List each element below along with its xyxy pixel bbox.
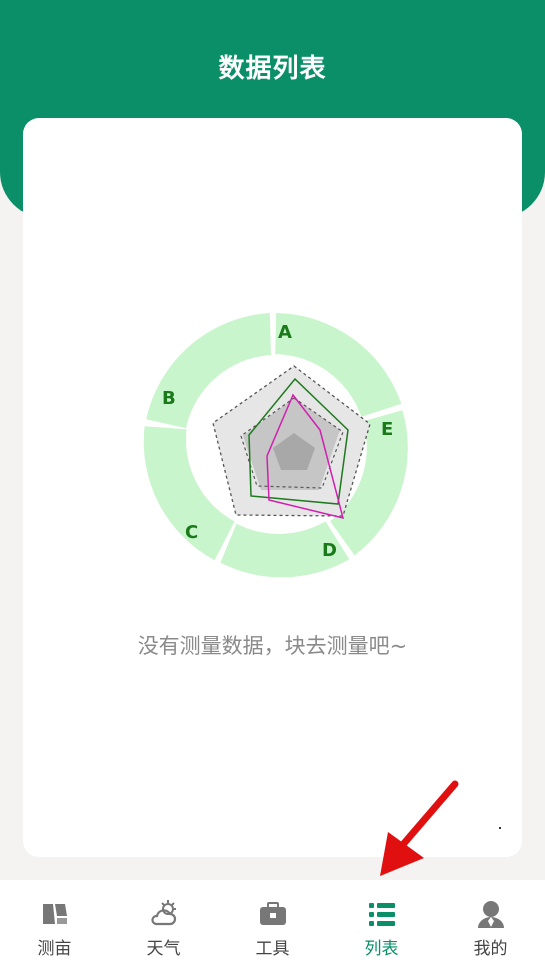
empty-radar-illustration: A [143,313,408,578]
weather-icon [150,900,176,926]
radar-label-c: C [185,522,199,543]
tab-label: 测亩 [37,939,72,959]
page-title: 数据列表 [218,54,327,84]
tab-measure[interactable]: 测亩 [0,880,109,970]
tab-label: 列表 [364,939,399,959]
empty-state-message: 没有测量数据，块去测量吧~ [137,634,408,658]
stray-dot [499,827,501,829]
map-icon [42,904,67,924]
radar-label-d: D [322,540,337,561]
radar-label-e: E [381,419,394,440]
tab-label: 天气 [146,939,181,959]
tab-list[interactable]: 列表 [327,880,436,970]
list-icon [368,903,395,926]
bottom-tab-bar: 测亩 天气 工具 列表 我的 [0,880,545,970]
tab-label: 工具 [255,939,290,959]
tab-label: 我的 [473,939,508,959]
radar-label-a: A [278,322,292,343]
tab-weather[interactable]: 天气 [109,880,218,970]
user-icon [477,901,504,928]
red-arrow-annotation [380,780,459,876]
toolbox-icon [259,902,286,925]
tab-profile[interactable]: 我的 [436,880,545,970]
radar-label-b: B [162,388,176,409]
tab-tools[interactable]: 工具 [218,880,327,970]
content-card: A A B C D E 没有测量数据，块去测量吧~ [23,118,522,857]
